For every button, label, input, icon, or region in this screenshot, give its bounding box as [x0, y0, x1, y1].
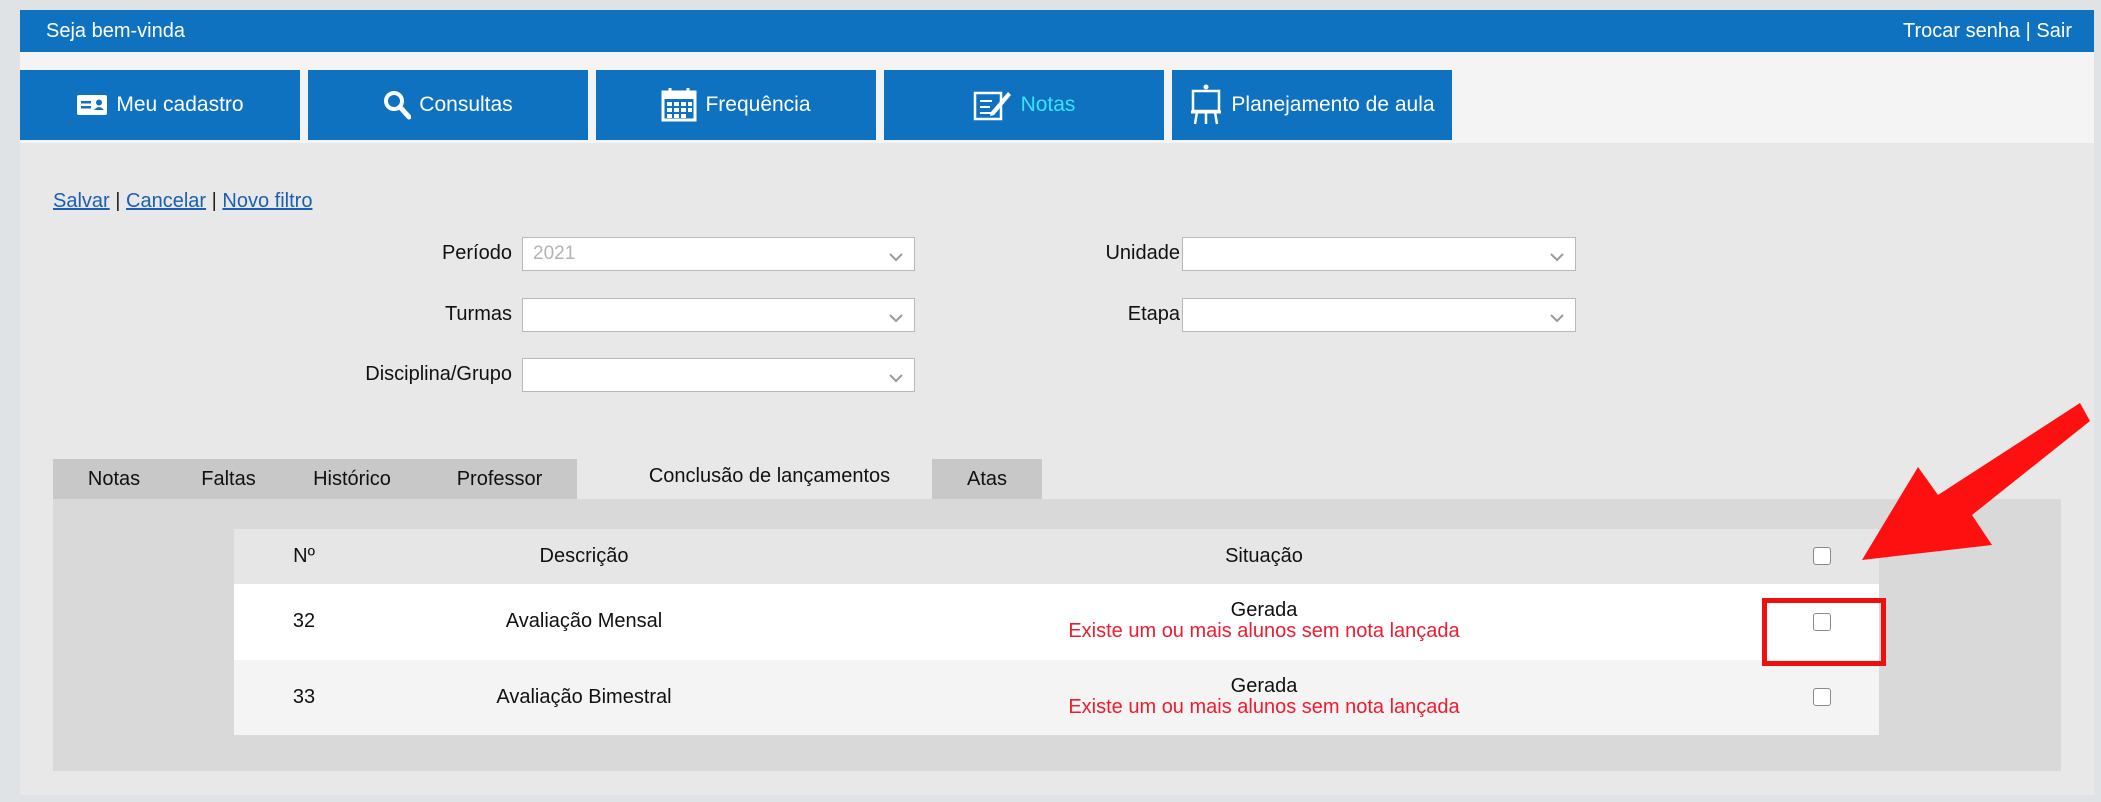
id-card-icon [76, 94, 108, 116]
nav-frequencia[interactable]: Frequência [596, 70, 876, 140]
status-text: Gerada [1230, 675, 1298, 697]
row-num: 32 [292, 610, 316, 632]
nav-label: Consultas [419, 93, 513, 116]
header-num: Nº [293, 545, 315, 567]
nav-notas[interactable]: Notas [884, 70, 1164, 140]
tab-atas[interactable]: Atas [932, 459, 1042, 499]
table-row: 32 Avaliação Mensal Gerada Existe um ou … [234, 584, 1879, 660]
nav-label: Notas [1020, 93, 1076, 116]
disciplina-label: Disciplina/Grupo [365, 363, 512, 385]
row-situacao: Gerada Existe um ou mais alunos sem nota… [1014, 600, 1514, 642]
tab-historico[interactable]: Histórico [282, 459, 422, 499]
table-row: 33 Avaliação Bimestral Gerada Existe um … [234, 660, 1879, 735]
row-descricao: Avaliação Mensal [505, 610, 663, 632]
tab-conclusao-lancamentos[interactable]: Conclusão de lançamentos [607, 453, 932, 499]
action-links: Salvar | Cancelar | Novo filtro [53, 190, 312, 213]
change-password-link[interactable]: Trocar senha [1903, 20, 2020, 42]
turmas-select[interactable] [522, 298, 915, 332]
action-separator: | [115, 190, 121, 212]
cancel-link[interactable]: Cancelar [126, 190, 206, 212]
disciplina-select[interactable] [522, 358, 915, 392]
warning-text: Existe um ou mais alunos sem nota lançad… [1068, 620, 1460, 642]
periodo-select[interactable]: 2021 [522, 237, 915, 271]
chevron-down-icon [888, 247, 904, 269]
nav-label: Meu cadastro [116, 93, 244, 116]
tab-professor[interactable]: Professor [422, 459, 577, 499]
page: Seja bem-vinda Trocar senha | Sair Meu c… [20, 10, 2094, 795]
top-links-separator: | [2025, 20, 2031, 42]
tab-faltas[interactable]: Faltas [175, 459, 282, 499]
chevron-down-icon [888, 368, 904, 390]
tab-notas[interactable]: Notas [53, 459, 175, 499]
nav-consultas[interactable]: Consultas [308, 70, 588, 140]
welcome-text: Seja bem-vinda [46, 20, 185, 42]
tab-panel: Nº Descrição Situação 32 Avaliação Mensa… [53, 499, 2061, 771]
logout-link[interactable]: Sair [2036, 20, 2072, 42]
nav-label: Frequência [705, 93, 811, 116]
edit-note-icon [973, 88, 1013, 122]
highlight-box [1762, 598, 1886, 666]
row-descricao: Avaliação Bimestral [496, 686, 672, 708]
save-link[interactable]: Salvar [53, 190, 110, 212]
unidade-select[interactable] [1182, 237, 1576, 271]
chevron-down-icon [1549, 308, 1565, 330]
chevron-down-icon [888, 308, 904, 330]
periodo-label: Período [441, 242, 512, 264]
content-panel: Salvar | Cancelar | Novo filtro Período … [20, 143, 2094, 795]
status-text: Gerada [1230, 599, 1298, 621]
periodo-value: 2021 [533, 243, 576, 264]
table-header: Nº Descrição Situação [234, 529, 1879, 584]
etapa-label: Etapa [1127, 303, 1180, 325]
top-bar: Seja bem-vinda Trocar senha | Sair [20, 10, 2094, 52]
row-num: 33 [292, 686, 316, 708]
nav-planejamento[interactable]: Planejamento de aula [1172, 70, 1452, 140]
chevron-down-icon [1549, 247, 1565, 269]
nav-meu-cadastro[interactable]: Meu cadastro [20, 70, 300, 140]
row-situacao: Gerada Existe um ou mais alunos sem nota… [1014, 676, 1514, 718]
top-links: Trocar senha | Sair [1903, 20, 2072, 43]
etapa-select[interactable] [1182, 298, 1576, 332]
unidade-label: Unidade [1105, 242, 1180, 264]
action-separator: | [211, 190, 217, 212]
select-all-checkbox[interactable] [1813, 547, 1831, 565]
warning-text: Existe um ou mais alunos sem nota lançad… [1068, 696, 1460, 718]
row-checkbox[interactable] [1813, 688, 1831, 706]
annotation-arrow-icon [1862, 403, 2090, 560]
calendar-icon [661, 88, 697, 122]
new-filter-link[interactable]: Novo filtro [222, 190, 312, 212]
header-situacao: Situação [1225, 545, 1303, 567]
turmas-label: Turmas [444, 303, 512, 325]
main-nav: Meu cadastro Consultas Frequência Notas … [20, 70, 2094, 140]
presentation-board-icon [1189, 84, 1223, 126]
nav-label: Planejamento de aula [1231, 93, 1435, 116]
search-icon [383, 90, 412, 120]
header-descricao: Descrição [539, 545, 629, 567]
